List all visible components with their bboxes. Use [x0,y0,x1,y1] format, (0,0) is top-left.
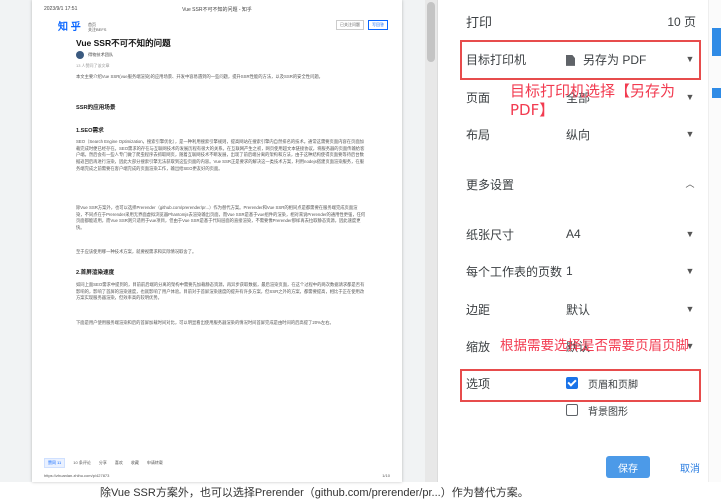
paragraph-speed: 如同上面SEO需求中提到的，目前前后端的分离的架构中需要先加载静态资源，再异步获… [76,282,365,301]
dropdown-arrow-icon: ▼ [685,304,695,314]
background-graphics-option[interactable]: 背景图形 [566,403,696,418]
edge-tab[interactable] [712,28,721,56]
annotation-header-note: 根据需要选择是否需要页眉页脚 [500,338,689,354]
paper-size-label: 纸张尺寸 [466,227,515,242]
write-answer-button: 写回答 [368,20,388,30]
annotation-box-destination [460,40,701,80]
section-heading-seo: 1.SEO需求 [76,128,104,134]
paragraph-seo: SEO（Search Engine Optimization，搜索引擎优化），是… [76,139,365,171]
preview-page: 2023/9/1 17:51 Vue SSR不可不知的问题 - 知乎 知 乎 首… [32,0,402,482]
dropdown-arrow-icon: ▼ [685,229,695,239]
vote-button: 赞同 11 [44,458,66,468]
margins-value: 默认 [566,302,591,317]
article-action-bar: 赞同 11 10 条评论 分享 喜欢 收藏 申请转载 [44,458,390,468]
preview-scroll-thumb[interactable] [427,2,435,62]
page-footer-line: https://zhuanlan.zhihu.com/p/427873 1/10 [44,473,390,478]
background-graphics-checkbox[interactable] [566,404,578,416]
like-link: 喜欢 [114,460,123,465]
page-count: 10 页 [667,14,696,29]
zhihu-actions: 已关注问题 写回答 [336,20,388,30]
print-title-row: 打印 10 页 [466,6,696,36]
more-settings-label: 更多设置 [466,177,515,192]
paper-size-row: 纸张尺寸 A4 ▼ [466,219,696,249]
annotation-printer-note: 目标打印机选择【另存为PDF】 [510,82,676,119]
section-heading-speed: 2.首屏渲染速度 [76,270,115,276]
right-edge-strip [708,0,721,482]
margins-select[interactable]: 默认 ▼ [566,301,696,318]
edge-tab-small[interactable] [712,88,721,98]
print-page-number: 1/10 [382,473,390,478]
preview-scrollbar[interactable] [425,0,437,482]
paragraph-test: 下面是用户使用服务端渲染和后的首屏加载时间对比，可以明显看出使用服务器渲染的情况… [76,320,334,325]
comments-link: 10 条评论 [73,460,91,465]
layout-select[interactable]: 纵向 ▼ [566,126,696,143]
dropdown-arrow-icon: ▼ [685,266,695,276]
article-author: 得物技术团队 [76,51,113,59]
zhihu-nav-follow: 关注BEFS [88,27,107,32]
collect-link: 收藏 [130,460,139,465]
pages-per-sheet-row: 每个工作表的页数 1 ▼ [466,256,696,286]
print-page-title: Vue SSR不可不知的问题 - 知乎 [182,7,252,13]
zhihu-logo: 知 乎 [58,22,81,33]
paper-size-value: A4 [566,227,581,241]
article-title: Vue SSR不可不知的问题 [76,38,171,48]
avatar [76,51,84,59]
zhihu-nav: 首页 关注BEFS [88,22,106,32]
chevron-up-icon: ︿ [685,179,695,189]
author-name: 得物技术团队 [88,52,114,57]
margins-label: 边距 [466,302,491,317]
pages-per-sheet-select[interactable]: 1 ▼ [566,264,696,278]
section-heading-ssr: SSR的应用场景 [76,105,116,111]
page-header-line: 2023/9/1 17:51 Vue SSR不可不知的问题 - 知乎 [44,6,390,13]
article-meta: 13 人赞同了该文章 [76,63,110,68]
layout-row: 布局 纵向 ▼ [466,119,696,149]
apply-repost-link: 申请转载 [146,460,163,465]
layout-value: 纵向 [566,127,591,142]
margins-row: 边距 默认 ▼ [466,294,696,324]
print-title: 打印 [466,14,493,30]
paragraph-choose: 至于应该使用哪一种技术方案，就要视需求和实际情况取舍了。 [76,249,197,254]
paragraph-prerender: 除Vue SSR方案外，也可以选择Prerender（github.com/pr… [76,205,366,231]
annotation-box-options [460,369,701,402]
print-url: https://zhuanlan.zhihu.com/p/427873 [44,473,110,478]
more-settings-toggle[interactable]: 更多设置 ︿ [466,169,696,199]
dropdown-arrow-icon: ▼ [685,129,695,139]
pages-per-sheet-label: 每个工作表的页数 [466,264,563,279]
layout-label: 布局 [466,127,491,142]
share-link: 分享 [98,460,107,465]
paper-size-select[interactable]: A4 ▼ [566,227,696,241]
pages-per-sheet-value: 1 [566,264,573,278]
background-graphics-label: 背景图形 [588,406,628,418]
page-caption: 除Vue SSR方案外，也可以选择Prerender（github.com/pr… [100,487,529,499]
article-intro: 本文主要介绍Vue SSR(vue服务端渲染)的应用场景、开发中容易遇到的一些问… [76,74,323,79]
save-button[interactable]: 保存 [606,456,650,478]
follow-question-button: 已关注问题 [336,20,364,30]
cancel-button[interactable]: 取消 [670,456,710,478]
